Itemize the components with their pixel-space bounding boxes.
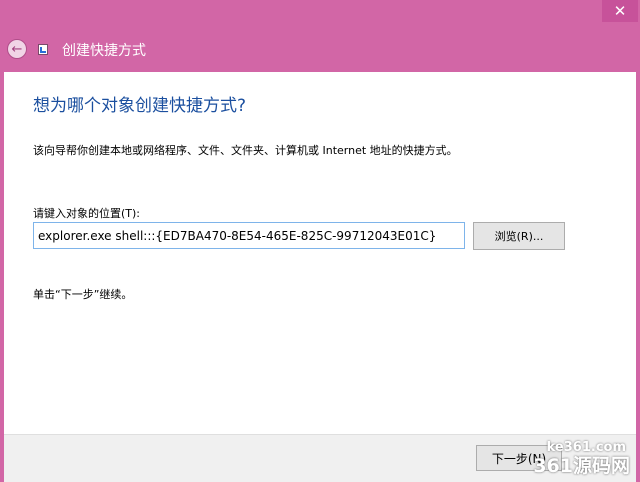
location-label: 请键入对象的位置(T): xyxy=(33,207,141,220)
watermark-brand: 361源码网 xyxy=(533,455,630,477)
browse-button[interactable]: 浏览(R)... xyxy=(473,222,565,250)
title-bar: ✕ ← 创建快捷方式 xyxy=(0,0,640,72)
window-title: 创建快捷方式 xyxy=(62,43,146,59)
wizard-heading: 想为哪个对象创建快捷方式? xyxy=(33,96,247,116)
location-input[interactable] xyxy=(33,222,465,249)
back-arrow-icon: ← xyxy=(11,41,23,57)
close-button[interactable]: ✕ xyxy=(602,0,638,22)
back-button[interactable]: ← xyxy=(7,39,27,59)
close-icon: ✕ xyxy=(613,2,627,20)
continue-hint: 单击“下一步”继续。 xyxy=(33,288,133,301)
wizard-content: 想为哪个对象创建快捷方式? 该向导帮你创建本地或网络程序、文件、文件夹、计算机或… xyxy=(4,72,636,482)
shortcut-icon xyxy=(38,44,48,55)
wizard-description: 该向导帮你创建本地或网络程序、文件、文件夹、计算机或 Internet 地址的快… xyxy=(33,144,458,157)
